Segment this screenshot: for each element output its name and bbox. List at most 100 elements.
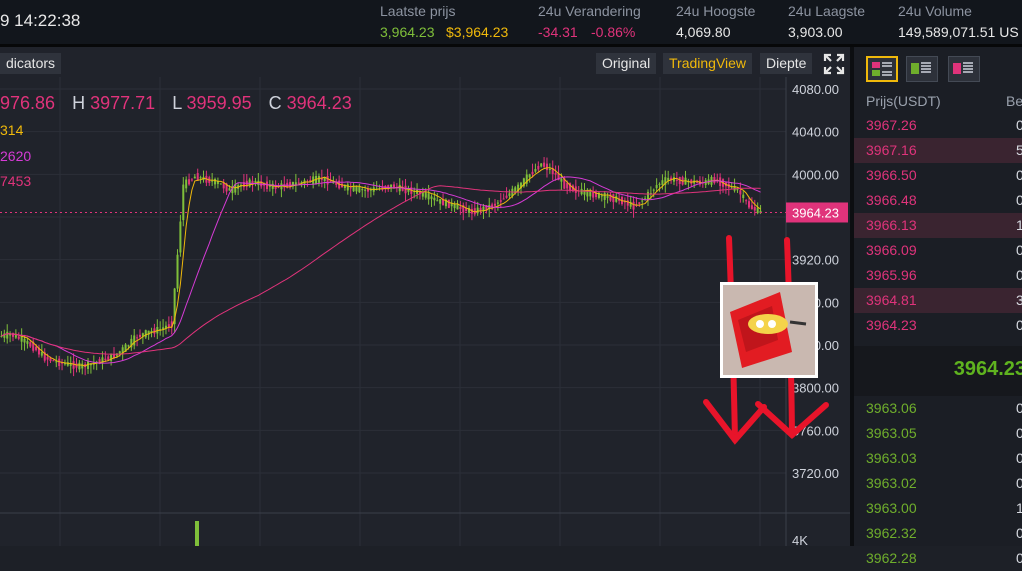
candle-body [346,184,349,191]
ask-price: 3967.16 [866,142,917,158]
candle-body [188,179,191,185]
ask-row[interactable]: 3966.09 0 [854,238,1022,263]
ask-row[interactable]: 3966.50 0 [854,163,1022,188]
ma-long-line [1,185,761,355]
ask-row[interactable]: 3965.96 0 [854,263,1022,288]
candle-body [436,200,439,202]
candle-body [144,330,147,338]
candle-body [20,336,23,342]
candle-body [185,179,188,189]
last-price-value: 3,964.23 [380,24,435,40]
candle-body [658,183,661,185]
candle-body [179,221,182,253]
candle-body [196,173,199,181]
candle-body [742,194,745,199]
bid-row[interactable]: 3963.00 1 [854,496,1022,521]
candle-body [6,331,9,339]
volume-tick-label: 4K [792,533,808,546]
candle-body [499,200,502,202]
fullscreen-icon[interactable] [822,52,846,76]
candle-body [753,206,756,211]
candle-body [560,178,563,182]
candle-body [545,163,548,171]
candle-body [358,186,361,193]
change-percent: -0.86% [591,24,636,40]
clock-time: 9 14:22:38 [0,11,81,30]
orderbook-asks-tab[interactable] [948,56,980,82]
candle-body [496,202,499,204]
ma-short-line [1,167,761,367]
candle-body [72,361,75,369]
ask-row[interactable]: 3966.48 0 [854,188,1022,213]
high-label: 24u Hoogste [676,3,756,19]
ask-price: 3964.23 [866,317,917,333]
last-price-usd: $3,964.23 [446,24,509,40]
price-tick-label: 3800.00 [792,381,839,396]
candle-body [750,205,753,210]
orderbook-both-tab[interactable] [866,56,898,82]
candle-body [427,193,430,200]
ask-row[interactable]: 3964.23 0 [854,313,1022,338]
candle-body [548,168,551,170]
ticker-bar: 9 14:22:38 Laatste prijs 3,964.23 $3,964… [0,0,1022,44]
candle-body [52,360,55,362]
volume-label: 24u Volume [898,3,972,19]
candle-body [641,200,644,202]
bid-amount: 0 [1016,450,1022,466]
original-button[interactable]: Original [596,53,657,74]
bid-row[interactable]: 3963.02 0 [854,471,1022,496]
bid-price: 3963.00 [866,500,917,516]
bid-row[interactable]: 3963.05 0 [854,421,1022,446]
diepte-button[interactable]: Diepte [760,53,813,74]
candle-body [211,180,214,182]
candle-body [55,361,58,363]
bid-row[interactable]: 3962.32 0 [854,521,1022,546]
candle-body [745,200,748,202]
ask-row[interactable]: 3967.16 5 [854,138,1022,163]
bid-price: 3963.02 [866,475,917,491]
low-value: 3,903.00 [788,24,843,40]
bid-amount: 0 [1016,475,1022,491]
candle-body [655,185,658,189]
bid-row[interactable]: 3963.03 0 [854,446,1022,471]
ask-price: 3964.81 [866,292,917,308]
orderbook-bids-tab[interactable] [906,56,938,82]
candle-body [589,191,592,197]
candle-body [222,182,225,189]
ask-row[interactable]: 3966.13 1 [854,213,1022,238]
ask-price: 3965.96 [866,267,917,283]
candle-body [739,190,742,195]
candle-body [355,186,358,192]
ask-amount: 3 [1016,292,1022,308]
ask-amount: 1 [1016,217,1022,233]
candle-body [214,178,217,185]
candle-body [652,189,655,191]
bid-row[interactable]: 3963.06 0 [854,396,1022,421]
candle-body [416,190,419,194]
change-value: -34.31 [538,24,578,40]
bid-price: 3963.06 [866,400,917,416]
ma-mid-line [1,176,761,364]
ask-row[interactable]: 3964.81 3 [854,288,1022,313]
candle-body [531,171,534,175]
ohlc-legend: 976.86 H 3977.71 L 3959.95 C 3964.23 [0,93,364,114]
candle-body [696,182,699,184]
last-price-label: Laatste prijs [380,3,456,19]
bid-price: 3962.28 [866,550,917,566]
tradingview-button[interactable]: TradingView [663,53,753,74]
pepe-sticker-icon [723,285,815,375]
ask-amount: 0 [1016,167,1022,183]
candle-body [182,184,185,221]
bid-amount: 0 [1016,550,1022,566]
indicators-button[interactable]: dicators [0,53,62,74]
ask-amount: 0 [1016,192,1022,208]
ma-long-value: 7453 [0,173,32,189]
bid-row[interactable]: 3962.28 0 [854,546,1022,571]
ask-amount: 0 [1016,242,1022,258]
candle-body [35,346,38,351]
candle-body [606,196,609,198]
candle-body [502,198,505,200]
low-key: L [172,93,182,113]
ask-row[interactable]: 3967.26 0 [854,113,1022,138]
price-tick-label: 3920.00 [792,253,839,268]
